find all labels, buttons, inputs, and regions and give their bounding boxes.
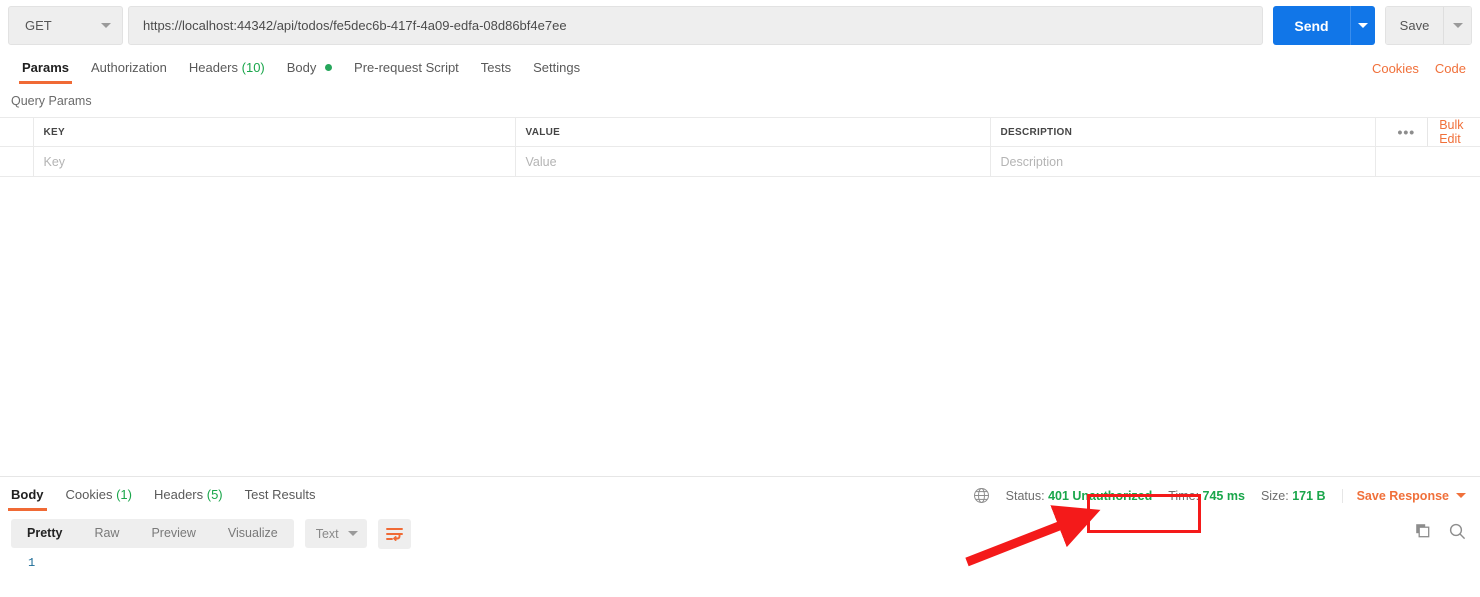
row-checkbox-cell[interactable] bbox=[0, 146, 34, 177]
view-mode-pretty[interactable]: Pretty bbox=[11, 519, 78, 548]
chevron-down-icon bbox=[1358, 23, 1368, 28]
http-method-value: GET bbox=[25, 18, 52, 33]
response-tab-test-results[interactable]: Test Results bbox=[234, 488, 327, 511]
tab-headers[interactable]: Headers (10) bbox=[178, 61, 276, 84]
tab-label: Settings bbox=[533, 60, 581, 75]
chevron-down-icon bbox=[1452, 23, 1463, 28]
column-header-actions: ••• Bulk Edit bbox=[1375, 117, 1480, 147]
tab-label: Cookies bbox=[65, 487, 113, 502]
tab-authorization[interactable]: Authorization bbox=[80, 61, 178, 84]
network-globe-icon[interactable] bbox=[973, 487, 990, 504]
chevron-down-icon bbox=[101, 23, 111, 28]
response-body-actions bbox=[1415, 523, 1466, 545]
tab-label: Body bbox=[11, 487, 44, 502]
wrap-lines-button[interactable] bbox=[377, 518, 411, 549]
column-header-description: DESCRIPTION bbox=[990, 117, 1376, 147]
tab-label: Headers bbox=[153, 487, 204, 502]
response-format-value: Text bbox=[315, 526, 339, 541]
table-row: Key Value Description bbox=[0, 146, 1480, 177]
tab-tests[interactable]: Tests bbox=[470, 61, 522, 84]
time-value: 745 ms bbox=[1202, 488, 1245, 503]
view-mode-visualize[interactable]: Visualize bbox=[212, 519, 294, 548]
save-options-button[interactable] bbox=[1443, 7, 1471, 44]
request-body-empty-area bbox=[0, 177, 1480, 476]
save-response-label: Save Response bbox=[1356, 488, 1449, 503]
copy-icon[interactable] bbox=[1415, 523, 1431, 544]
column-header-value: VALUE bbox=[515, 117, 991, 147]
tab-settings[interactable]: Settings bbox=[522, 61, 591, 84]
response-meta-bar: Status: 401 Unauthorized Time: 745 ms Si… bbox=[973, 487, 1466, 511]
tab-count: (5) bbox=[206, 487, 223, 502]
column-header-key: KEY bbox=[33, 117, 516, 147]
response-tab-body[interactable]: Body bbox=[0, 488, 55, 511]
save-response-button[interactable]: Save Response bbox=[1341, 488, 1466, 503]
save-button-group: Save bbox=[1385, 6, 1472, 45]
chevron-down-icon bbox=[1456, 493, 1466, 498]
response-tab-cookies[interactable]: Cookies (1) bbox=[55, 488, 143, 511]
cookies-link[interactable]: Cookies bbox=[1372, 61, 1419, 76]
tab-count: (10) bbox=[241, 60, 265, 75]
chevron-down-icon bbox=[347, 531, 358, 536]
http-method-select[interactable]: GET bbox=[8, 6, 123, 45]
param-value-input[interactable]: Value bbox=[515, 146, 991, 177]
response-size: Size: 171 B bbox=[1261, 489, 1326, 503]
tab-label: Test Results bbox=[244, 487, 316, 502]
search-icon[interactable] bbox=[1449, 523, 1466, 545]
size-label: Size: bbox=[1260, 488, 1289, 503]
response-format-select[interactable]: Text bbox=[304, 519, 367, 548]
param-description-input[interactable]: Description bbox=[990, 146, 1376, 177]
tab-body[interactable]: Body bbox=[276, 61, 343, 84]
select-all-column-header bbox=[0, 117, 34, 147]
row-actions-cell bbox=[1375, 146, 1480, 177]
table-header-row: KEY VALUE DESCRIPTION ••• Bulk Edit bbox=[0, 117, 1480, 147]
tab-params[interactable]: Params bbox=[11, 61, 80, 84]
view-mode-raw[interactable]: Raw bbox=[78, 519, 135, 548]
tab-label: Params bbox=[22, 60, 69, 75]
status-label: Status: bbox=[1005, 488, 1045, 503]
response-tab-headers[interactable]: Headers (5) bbox=[143, 488, 234, 511]
request-url-value: https://localhost:44342/api/todos/fe5dec… bbox=[143, 18, 567, 33]
request-tab-bar: Params Authorization Headers (10) Body P… bbox=[0, 51, 1480, 84]
more-options-icon[interactable]: ••• bbox=[1386, 125, 1428, 139]
body-present-indicator-icon bbox=[325, 64, 333, 71]
save-button[interactable]: Save bbox=[1386, 7, 1443, 44]
response-tab-bar: Body Cookies (1) Headers (5) Test Result… bbox=[0, 477, 1480, 511]
param-key-input[interactable]: Key bbox=[33, 146, 516, 177]
send-button-group: Send bbox=[1273, 6, 1375, 45]
bulk-edit-link[interactable]: Bulk Edit bbox=[1427, 118, 1470, 146]
status-badge: Status: 401 Unauthorized bbox=[1006, 489, 1153, 503]
tab-label: Body bbox=[286, 60, 317, 75]
tab-count: (1) bbox=[116, 487, 132, 502]
code-link[interactable]: Code bbox=[1435, 61, 1466, 76]
request-url-bar: GET https://localhost:44342/api/todos/fe… bbox=[0, 0, 1480, 51]
tab-pre-request-script[interactable]: Pre-request Script bbox=[343, 61, 470, 84]
response-view-mode-group: Pretty Raw Preview Visualize bbox=[11, 519, 294, 548]
size-value: 171 B bbox=[1292, 488, 1326, 503]
tab-label: Tests bbox=[480, 60, 512, 75]
view-mode-preview[interactable]: Preview bbox=[135, 519, 211, 548]
line-number: 1 bbox=[28, 556, 36, 570]
query-params-heading: Query Params bbox=[11, 94, 92, 108]
response-time: Time: 745 ms bbox=[1168, 489, 1245, 503]
send-button[interactable]: Send bbox=[1273, 6, 1350, 45]
request-url-input[interactable]: https://localhost:44342/api/todos/fe5dec… bbox=[128, 6, 1263, 45]
request-tab-bar-links: Cookies Code bbox=[1372, 61, 1466, 84]
query-params-table: KEY VALUE DESCRIPTION ••• Bulk Edit Key … bbox=[0, 117, 1480, 177]
response-view-controls: Pretty Raw Preview Visualize Text bbox=[0, 511, 1480, 556]
send-options-button[interactable] bbox=[1350, 6, 1375, 45]
tab-label: Headers bbox=[188, 60, 239, 75]
tab-label: Authorization bbox=[90, 60, 167, 75]
time-label: Time: bbox=[1168, 488, 1200, 503]
tab-label: Pre-request Script bbox=[354, 60, 459, 75]
status-value: 401 Unauthorized bbox=[1048, 488, 1153, 503]
response-body-editor[interactable]: 1 bbox=[0, 556, 1480, 570]
